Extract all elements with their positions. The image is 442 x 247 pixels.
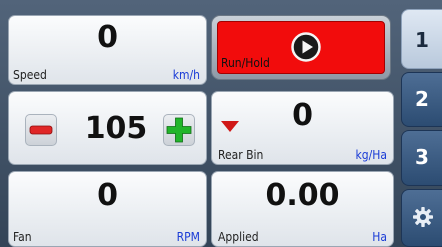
speed-value: 0: [97, 20, 118, 55]
tab-3[interactable]: 3: [401, 130, 442, 186]
speed-label: Speed: [13, 68, 47, 82]
tab-2-label: 2: [415, 87, 429, 111]
tab-2[interactable]: 2: [401, 72, 442, 127]
minus-icon: [29, 125, 53, 135]
run-hold-label: Run/Hold: [221, 56, 270, 70]
fan-value: 0: [97, 178, 118, 213]
rear-bin-label: Rear Bin: [218, 148, 264, 162]
tab-1-label: 1: [415, 28, 429, 52]
rear-bin-panel: 0 Rear Bin kg/Ha: [211, 91, 394, 165]
increase-rate-button[interactable]: [163, 114, 195, 146]
monitor-screen: 0 Speed km/h Run/Hold 105 0 Rear Bin kg/…: [0, 0, 442, 247]
speed-unit: km/h: [172, 68, 200, 82]
applied-value: 0.00: [265, 178, 340, 213]
rate-value: 105: [84, 111, 148, 146]
rate-stepper-panel: 105: [8, 91, 207, 165]
decrease-rate-button[interactable]: [25, 114, 57, 146]
settings-gear-icon: [413, 207, 433, 227]
play-icon: [291, 32, 321, 62]
fan-label: Fan: [13, 230, 32, 244]
plus-icon: [166, 117, 192, 143]
fan-panel: 0 Fan RPM: [8, 171, 207, 247]
applied-unit: Ha: [372, 230, 387, 244]
rear-bin-value: 0: [292, 98, 313, 133]
tab-3-label: 3: [415, 145, 429, 169]
tab-1[interactable]: 1: [401, 9, 442, 69]
run-hold-button[interactable]: Run/Hold: [211, 15, 391, 80]
applied-label: Applied: [218, 230, 259, 244]
fan-unit: RPM: [176, 230, 200, 244]
run-hold-face: Run/Hold: [217, 21, 385, 74]
speed-panel: 0 Speed km/h: [8, 15, 207, 85]
tab-settings[interactable]: [401, 189, 442, 247]
applied-panel: 0.00 Applied Ha: [211, 171, 394, 247]
rear-bin-unit: kg/Ha: [355, 148, 387, 162]
